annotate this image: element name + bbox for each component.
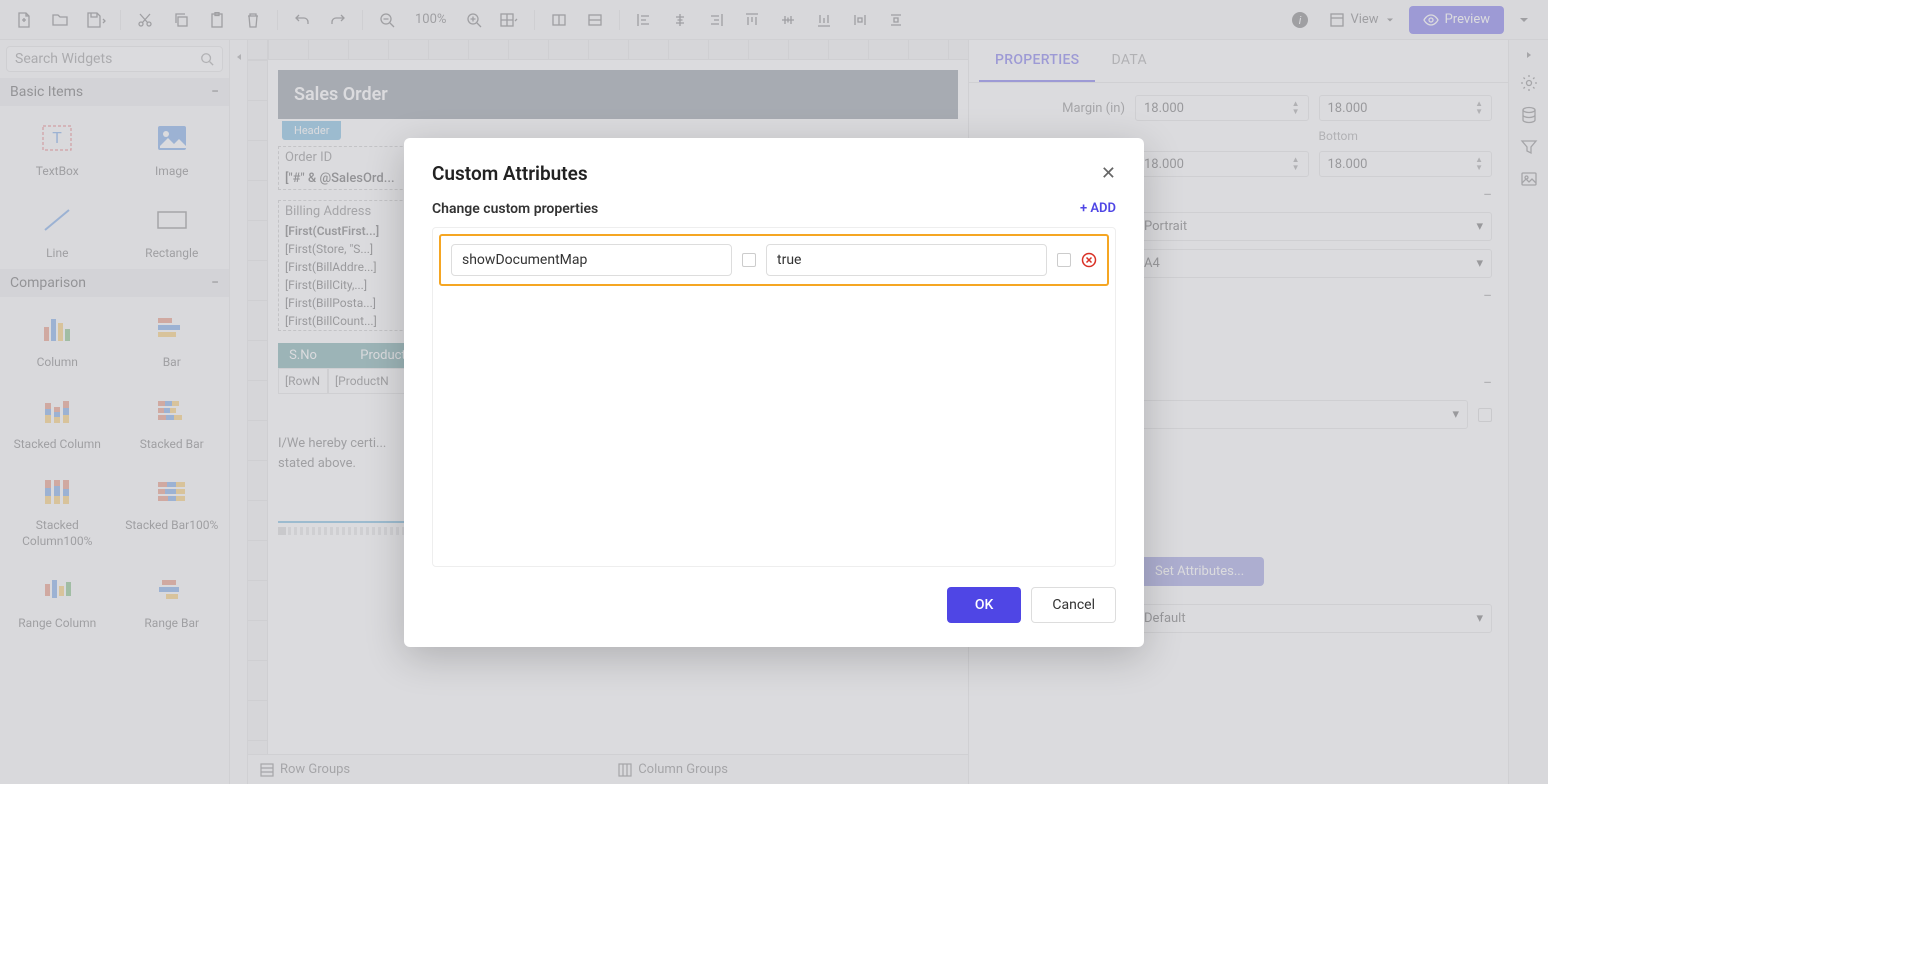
attribute-list — [432, 227, 1116, 567]
attribute-value-input[interactable] — [766, 244, 1047, 276]
attribute-name-input[interactable] — [451, 244, 732, 276]
delete-attribute-icon[interactable] — [1081, 252, 1097, 268]
close-icon[interactable]: ✕ — [1101, 163, 1116, 184]
attribute-row — [439, 234, 1109, 286]
fx-name-button[interactable] — [742, 253, 756, 267]
custom-attributes-modal: Custom Attributes ✕ Change custom proper… — [404, 138, 1144, 647]
modal-title: Custom Attributes — [432, 162, 588, 185]
add-attribute-button[interactable]: + ADD — [1080, 201, 1116, 216]
modal-subtitle: Change custom properties — [432, 201, 598, 217]
ok-button[interactable]: OK — [947, 587, 1022, 623]
cancel-button[interactable]: Cancel — [1031, 587, 1116, 623]
modal-overlay: Custom Attributes ✕ Change custom proper… — [0, 0, 1548, 784]
fx-value-button[interactable] — [1057, 253, 1071, 267]
